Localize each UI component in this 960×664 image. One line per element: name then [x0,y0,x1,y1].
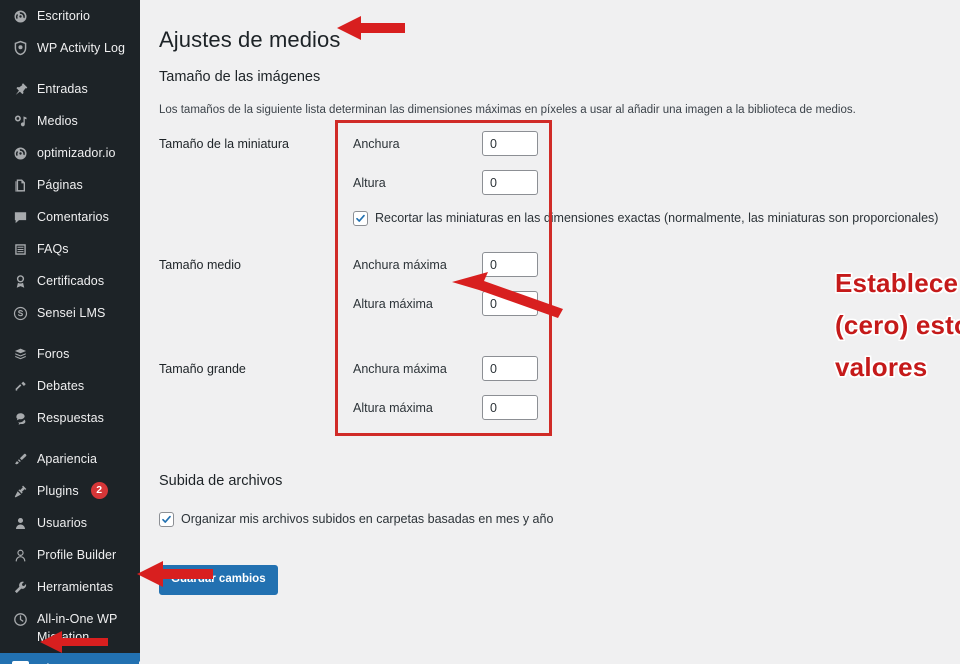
dashboard-icon [10,7,30,25]
sidebar-item-label: Respuestas [37,411,105,425]
sensei-icon [10,304,30,322]
sidebar-item-label: Sensei LMS [37,306,106,320]
annotation-callout-line-1: Establece a 0 [835,268,960,298]
gauge-icon [10,144,30,162]
sidebar-item-label: Profile Builder [37,548,117,562]
sidebar-item-apariencia[interactable]: Apariencia [0,443,140,475]
sidebar-item-label: Apariencia [37,452,98,466]
thumbnail-width-input[interactable] [482,131,538,156]
large-max-height-input[interactable] [482,395,538,420]
sidebar-item-label: Foros [37,347,70,361]
sidebar-item-label: WP Activity Log [37,41,126,55]
sidebar-item-label: Debates [37,379,85,393]
sidebar-item-usuarios[interactable]: Usuarios [0,507,140,539]
sidebar-item-profile-builder[interactable]: Profile Builder [0,539,140,571]
sidebar-item-label: Páginas [37,178,83,192]
sidebar-separator [0,64,140,73]
wrench-icon [10,578,30,596]
organize-uploads-checkbox[interactable] [159,511,174,527]
medium-max-width-label: Anchura máxima [353,258,447,272]
sidebar-item-escritorio[interactable]: Escritorio [0,0,140,32]
large-max-width-label: Anchura máxima [353,362,447,376]
sidebar-item-faqs[interactable]: FAQs [0,233,140,265]
sidebar-item-foros[interactable]: Foros [0,338,140,370]
user-icon [10,514,30,532]
plugins-update-badge: 2 [90,482,108,499]
sidebar-item-entradas[interactable]: Entradas [0,73,140,105]
migration-icon [10,610,30,628]
sidebar-item-comentarios[interactable]: Comentarios [0,201,140,233]
thumbnail-crop-row[interactable]: Recortar las miniaturas en las dimension… [353,210,938,226]
page-title: Ajustes de medios [159,26,341,52]
thumbnail-height-input[interactable] [482,170,538,195]
sidebar-item-label: Certificados [37,274,105,288]
sidebar-item-sensei-lms[interactable]: Sensei LMS [0,297,140,329]
medium-max-width-input[interactable] [482,252,538,277]
forum-icon [10,345,30,363]
shield-icon [10,39,30,57]
sidebar-item-paginas[interactable]: Páginas [0,169,140,201]
settings-content: Ajustes de medios Tamaño de las imágenes… [140,0,960,664]
sidebar-item-ajustes[interactable]: Ajustes [0,653,140,664]
annotation-callout-line-3: valores [835,352,928,382]
topics-icon [10,377,30,395]
sidebar-item-label: Plugins [37,484,79,498]
sidebar-item-medios[interactable]: Medios [0,105,140,137]
sidebar-item-respuestas[interactable]: Respuestas [0,402,140,434]
replies-icon [10,409,30,427]
sidebar-item-all-in-one-wp-migration[interactable]: All-in-One WP Migration [0,603,140,653]
plug-icon [10,482,30,500]
sidebar-item-optimizador-io[interactable]: optimizador.io [0,137,140,169]
sidebar-item-label: Entradas [37,82,88,96]
annotation-callout-line-2: (cero) estos [835,310,960,340]
thumbnail-crop-checkbox[interactable] [353,210,368,226]
sidebar-item-label: Medios [37,114,78,128]
image-sizes-heading: Tamaño de las imágenes [159,69,321,86]
save-changes-button[interactable]: Guardar cambios [159,565,278,595]
comment-icon [10,208,30,226]
brush-icon [10,450,30,468]
sidebar-item-label: FAQs [37,242,69,256]
medium-max-height-label: Altura máxima [353,297,433,311]
sidebar-item-label: Comentarios [37,210,109,224]
sidebar-item-herramientas[interactable]: Herramientas [0,571,140,603]
sidebar-item-label: Usuarios [37,516,88,530]
sidebar-item-label: Herramientas [37,580,114,594]
thumbnail-width-label: Anchura [353,137,400,151]
media-icon [10,112,30,130]
thumbnail-height-label: Altura [353,176,386,190]
image-sizes-description: Los tamaños de la siguiente lista determ… [159,103,856,116]
thumbnail-size-label: Tamaño de la miniatura [159,137,289,151]
pages-icon [10,176,30,194]
person-icon [10,546,30,564]
sidebar-separator [0,329,140,338]
wordpress-admin-screen: Escritorio WP Activity Log Entradas Medi… [0,0,960,664]
large-size-label: Tamaño grande [159,362,246,376]
annotation-callout-text: Establece a 0 (cero) estos valores [835,262,960,388]
sidebar-item-plugins[interactable]: Plugins 2 [0,475,140,507]
award-icon [10,272,30,290]
sidebar-item-wp-activity-log[interactable]: WP Activity Log [0,32,140,64]
pin-icon [10,80,30,98]
sidebar-item-label: optimizador.io [37,146,116,160]
sidebar-separator [0,434,140,443]
medium-max-height-input[interactable] [482,291,538,316]
uploads-heading: Subida de archivos [159,473,283,490]
sidebar-item-label: Escritorio [37,9,91,23]
organize-uploads-label: Organizar mis archivos subidos en carpet… [181,512,554,526]
list-icon [10,240,30,258]
sidebar-item-certificados[interactable]: Certificados [0,265,140,297]
settings-icon [10,660,30,664]
large-max-height-label: Altura máxima [353,401,433,415]
sidebar-item-label: Ajustes [37,660,83,664]
organize-uploads-row[interactable]: Organizar mis archivos subidos en carpet… [159,511,553,527]
medium-size-label: Tamaño medio [159,258,241,272]
annotation-highlight-box [335,120,552,436]
thumbnail-crop-label: Recortar las miniaturas en las dimension… [375,211,939,225]
sidebar-item-debates[interactable]: Debates [0,370,140,402]
admin-sidebar: Escritorio WP Activity Log Entradas Medi… [0,0,140,664]
large-max-width-input[interactable] [482,356,538,381]
sidebar-item-label: All-in-One WP Migration [37,612,118,644]
